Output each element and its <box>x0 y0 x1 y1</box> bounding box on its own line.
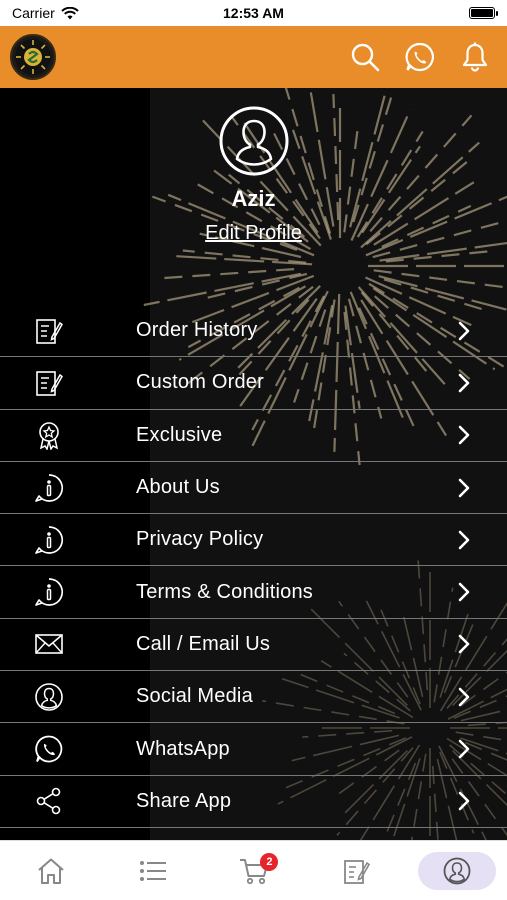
menu-item-privacy-policy[interactable]: Privacy Policy <box>0 514 507 567</box>
menu-item-exclusive[interactable]: Exclusive <box>0 410 507 462</box>
avatar-icon[interactable] <box>219 106 289 176</box>
info-icon <box>34 577 64 607</box>
menu-item-label: Privacy Policy <box>136 528 264 551</box>
menu-item-terms-conditions[interactable]: Terms & Conditions <box>0 566 507 619</box>
badge-icon <box>34 420 64 451</box>
header-actions <box>348 41 497 74</box>
chevron-right-icon <box>457 791 471 811</box>
wifi-icon <box>61 6 79 19</box>
chevron-right-icon <box>457 687 471 707</box>
menu-item-label: WhatsApp <box>136 737 230 760</box>
menu-item-order-history[interactable]: Order History <box>0 305 507 358</box>
search-icon[interactable] <box>348 41 381 74</box>
menu-item-label: Terms & Conditions <box>136 580 313 603</box>
tab-cart[interactable]: 2 <box>214 851 294 891</box>
order-history-icon <box>34 316 64 346</box>
menu-item-label: Exclusive <box>136 423 223 446</box>
status-left: Carrier <box>12 5 79 21</box>
tab-list[interactable] <box>113 851 193 891</box>
chevron-right-icon <box>457 582 471 602</box>
battery-icon <box>469 7 498 19</box>
menu-item-label: About Us <box>136 476 220 499</box>
chevron-right-icon <box>457 634 471 654</box>
custom-order-icon <box>34 368 64 398</box>
chevron-right-icon <box>457 478 471 498</box>
order-icon <box>344 859 371 884</box>
whatsapp-icon <box>34 734 64 764</box>
menu-item-share-app[interactable]: Share App <box>0 776 507 828</box>
mail-icon <box>34 629 64 659</box>
cart-badge: 2 <box>260 852 279 871</box>
menu-item-label: Share App <box>136 789 232 812</box>
menu-item-label: Order History <box>136 319 258 342</box>
user-circle-icon <box>34 682 64 712</box>
whatsapp-icon[interactable] <box>403 41 436 74</box>
menu-item-social-media[interactable]: Social Media <box>0 671 507 724</box>
profile-name: Aziz <box>231 186 276 211</box>
menu-item-custom-order[interactable]: Custom Order <box>0 357 507 410</box>
profile-section: Aziz Edit Profile <box>0 106 507 245</box>
tab-profile[interactable] <box>418 851 497 890</box>
list-icon <box>139 860 166 881</box>
status-bar: Carrier 12:53 AM <box>0 0 507 26</box>
menu-item-whatsapp[interactable]: WhatsApp <box>0 723 507 776</box>
logo-emblem <box>15 39 51 75</box>
profile-menu: Order History Custom Order Exclusive About … <box>0 305 507 828</box>
bell-icon[interactable] <box>458 41 491 74</box>
app-header <box>0 26 507 88</box>
menu-item-call-email-us[interactable]: Call / Email Us <box>0 619 507 672</box>
chevron-right-icon <box>457 373 471 393</box>
bottom-tab-bar: 2 <box>0 840 507 900</box>
menu-item-about-us[interactable]: About Us <box>0 462 507 515</box>
share-icon <box>34 786 64 816</box>
chevron-right-icon <box>457 425 471 445</box>
edit-profile-link[interactable]: Edit Profile <box>205 222 302 245</box>
chevron-right-icon <box>457 321 471 341</box>
tab-orders[interactable] <box>316 851 396 891</box>
tab-home[interactable] <box>11 851 91 891</box>
profile-icon <box>443 857 471 884</box>
menu-item-label: Call / Email Us <box>136 632 271 655</box>
app-logo[interactable] <box>10 34 56 80</box>
info-icon <box>34 473 64 503</box>
menu-item-label: Custom Order <box>136 371 264 394</box>
chevron-right-icon <box>457 739 471 759</box>
carrier-label: Carrier <box>12 5 55 21</box>
menu-item-label: Social Media <box>136 685 253 708</box>
info-icon <box>34 525 64 555</box>
home-icon <box>38 858 64 884</box>
chevron-right-icon <box>457 530 471 550</box>
profile-screen: Aziz Edit Profile Order History Custom Or… <box>0 88 507 840</box>
